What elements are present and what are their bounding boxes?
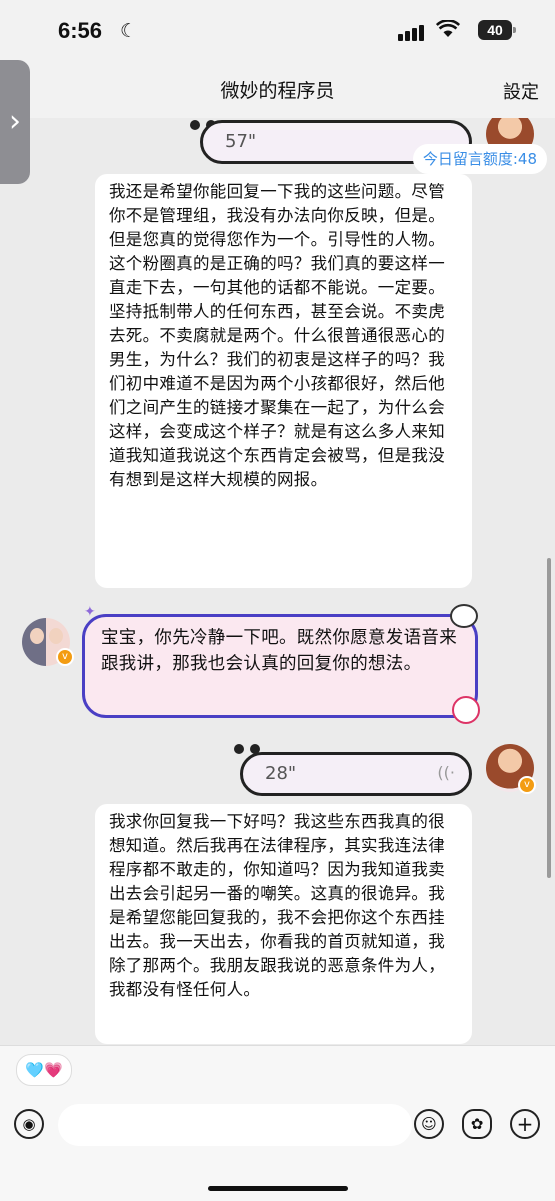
voice-wave-icon: ((· [437, 763, 455, 782]
home-indicator [208, 1186, 348, 1191]
bunny-sticker-icon [452, 696, 480, 724]
chat-area[interactable]: 今日留言额度:48 57" 我还是希望你能回复一下我的这些问题。尽管你不是管理组… [0, 118, 555, 1045]
emoji-reaction-chip[interactable]: 🩵💗 [16, 1054, 72, 1086]
verified-badge-icon: v [56, 648, 74, 666]
page-title: 微妙的程序员 [220, 80, 335, 102]
voice-message[interactable]: 28" ((· [240, 752, 472, 796]
composer-area: 🩵💗 ◉ ☺ ✿ + [0, 1045, 555, 1201]
sticker-icon[interactable]: ✿ [462, 1109, 492, 1139]
input-row: ◉ ☺ ✿ + [0, 1101, 555, 1151]
message-quota-badge: 今日留言额度:48 [412, 144, 547, 174]
voice-input-icon[interactable]: ◉ [14, 1109, 44, 1139]
side-drawer-handle[interactable]: › [0, 60, 30, 184]
status-time: 6:56 [58, 18, 103, 43]
status-bar: 6:56 ☾ 40 [0, 0, 555, 64]
message-text: 宝宝，你先冷静一下吧。既然你愿意发语音来跟我讲，那我也会认真的回复你的想法。 [101, 628, 457, 674]
reply-text-message[interactable]: 宝宝，你先冷静一下吧。既然你愿意发语音来跟我讲，那我也会认真的回复你的想法。 [82, 614, 478, 718]
voice-duration: 28" [265, 763, 297, 784]
battery-icon: 40 [478, 20, 516, 40]
chat-scrollbar[interactable] [547, 558, 551, 878]
message-text: 我还是希望你能回复一下我的这些问题。尽管你不是管理组，我没有办法向你反映，但是。… [109, 182, 445, 489]
message-text: 我求你回复我一下好吗？我这些东西我真的很想知道。然后我再在法律程序，其实我连法律… [109, 812, 445, 999]
cellular-signal-icon [398, 22, 426, 41]
cat-sticker-icon [450, 604, 478, 628]
wifi-icon [435, 19, 461, 42]
verified-badge-icon: v [518, 776, 536, 794]
received-text-message[interactable]: 我还是希望你能回复一下我的这些问题。尽管你不是管理组，我没有办法向你反映，但是。… [95, 174, 472, 588]
add-icon[interactable]: + [510, 1109, 540, 1139]
received-text-message[interactable]: 我求你回复我一下好吗？我这些东西我真的很想知道。然后我再在法律程序，其实我连法律… [95, 804, 472, 1044]
moon-icon: ☾ [120, 20, 138, 42]
voice-duration: 57" [225, 131, 257, 152]
message-input[interactable] [58, 1104, 412, 1146]
emoji-icon[interactable]: ☺ [414, 1109, 444, 1139]
settings-button[interactable]: 設定 [503, 78, 539, 104]
nav-bar: 微妙的程序员 設定 [0, 64, 555, 118]
